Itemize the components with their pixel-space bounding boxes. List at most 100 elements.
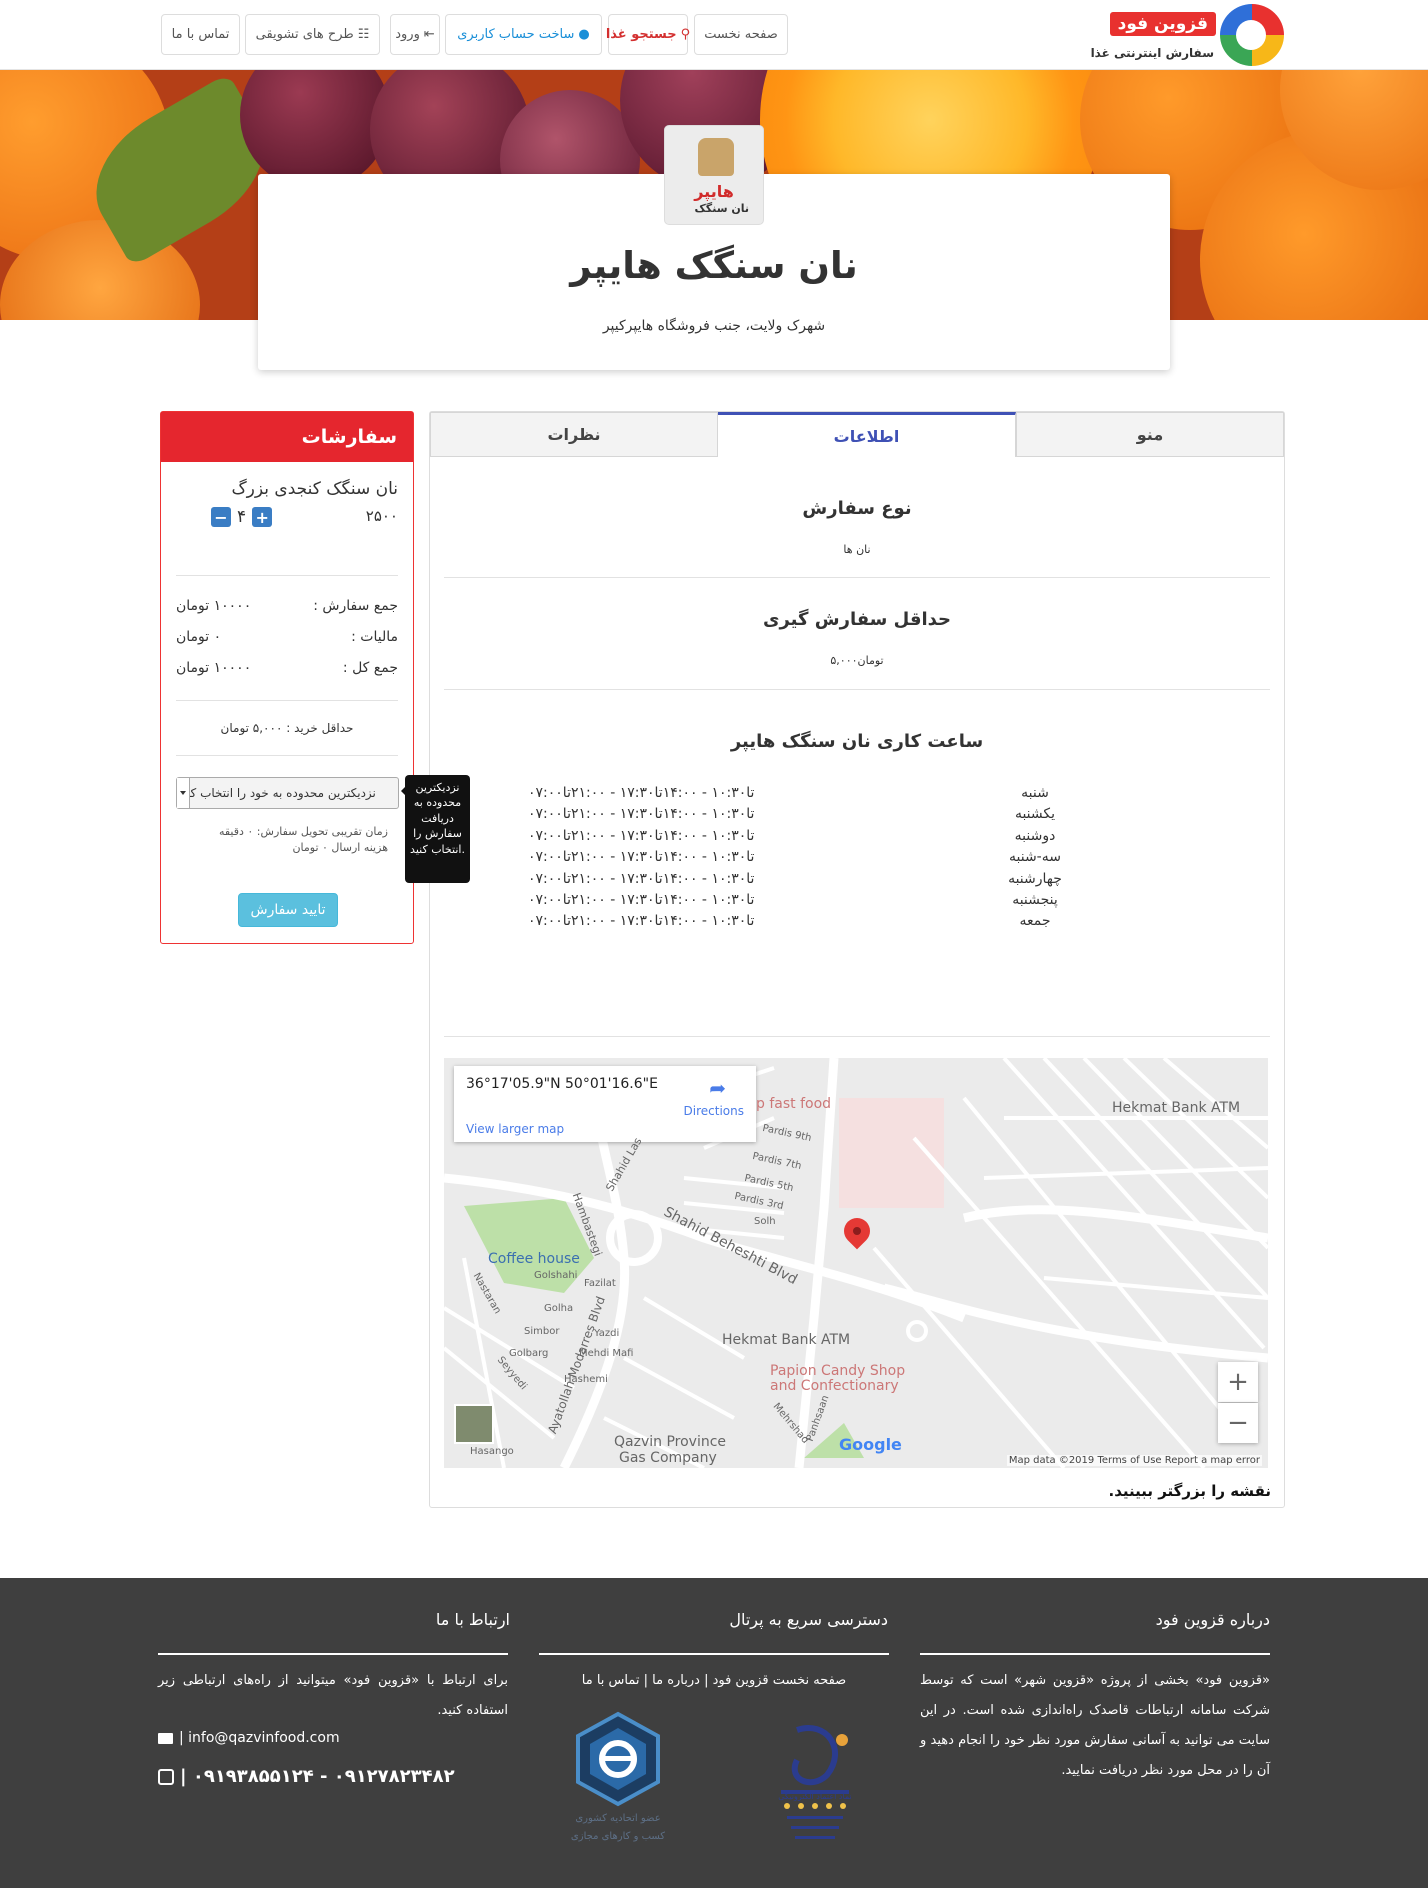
nav-home-label: صفحه نخست — [704, 27, 778, 42]
directions-icon[interactable]: ➦ — [709, 1076, 726, 1100]
footer-contact-title: ارتباط با ما — [435, 1610, 510, 1629]
map-label: Hekmat Bank ATM — [1112, 1100, 1241, 1116]
minus-button[interactable]: − — [211, 507, 231, 527]
footer-phones: ۰۹۱۲۷۸۲۳۴۸۲ - ۰۹۱۹۳۸۵۵۱۲۴ | — [180, 1766, 455, 1787]
site-logo[interactable]: قزوین فود سفارش اینترنتی غذا — [1091, 4, 1284, 66]
map-label: Golshahi — [534, 1270, 578, 1281]
area-tooltip: نزدیکترین محدوده به دریافت سفارش را انتخ… — [401, 775, 470, 883]
nav-search-label: جستجو غذا — [605, 27, 677, 42]
footer-about-text: «قزوین فود» بخشی از پروژه «قزوین شهر» اس… — [920, 1673, 1270, 1778]
hours-time: ۰۷:۰۰تا۱۰:۳۰ - ۱۴:۰۰تا۱۷:۳۰ - ۲۱:۰۰تا — [528, 849, 755, 866]
divider — [444, 689, 1270, 690]
map-label: Simbor — [524, 1326, 560, 1337]
map-bigger-link[interactable]: نقشه را بزرگتر ببینید. — [1109, 1482, 1272, 1500]
tab-info[interactable]: اطلاعات — [717, 412, 1016, 457]
footer-about-title: درباره قزوین فود — [1155, 1610, 1270, 1629]
tax-value: ۰ تومان — [176, 629, 222, 645]
orders-box: سفارشات نان سنگک کنجدی بزرگ ۲۵۰۰ − ۴ + ج… — [160, 411, 414, 944]
hours-row: شنبه ۰۷:۰۰تا۱۰:۳۰ - ۱۴:۰۰تا۱۷:۳۰ - ۲۱:۰۰ت… — [444, 785, 1270, 806]
zoom-in-button[interactable]: + — [1218, 1362, 1258, 1402]
min-buy: حداقل خرید : ۵,۰۰۰ تومان — [220, 721, 354, 735]
tab-menu[interactable]: منو — [1016, 412, 1284, 457]
divider — [176, 755, 398, 756]
map-label: Coffee house — [488, 1251, 580, 1267]
view-larger-map-link[interactable]: View larger map — [466, 1122, 564, 1136]
divider — [920, 1653, 1270, 1655]
hours-day: چهارشنبه — [1008, 870, 1062, 887]
plus-button[interactable]: + — [252, 507, 273, 527]
map-label: Papion Candy Shop — [770, 1363, 906, 1379]
quantity-stepper: − ۴ + — [211, 507, 273, 527]
map-label: Solh — [754, 1216, 776, 1227]
shop-logo-type: نان سنگک — [694, 202, 749, 215]
hours-time: ۰۷:۰۰تا۱۰:۳۰ - ۱۴:۰۰تا۱۷:۳۰ - ۲۱:۰۰تا — [528, 806, 755, 823]
hours-day: جمعه — [1019, 913, 1051, 930]
divider — [539, 1653, 889, 1655]
order-type-value: نان ها — [843, 543, 871, 556]
tab-menu-label: منو — [1136, 425, 1164, 444]
hours-time: ۰۷:۰۰تا۱۰:۳۰ - ۱۴:۰۰تا۱۷:۳۰ - ۲۱:۰۰تا — [528, 913, 755, 930]
search-icon: ⚲ — [680, 27, 691, 42]
ecunion-label: عضو اتحادیه کشوری کسب و کارهای مجازی — [570, 1813, 666, 1842]
sign-in-icon: ⇤ — [423, 27, 435, 42]
ecunion-icon — [576, 1711, 660, 1807]
footer-email-row[interactable]: | info@qazvinfood.com — [158, 1730, 340, 1746]
total-value: ۱۰۰۰۰ تومان — [176, 660, 252, 676]
nav-register-button[interactable]: ● ساخت حساب کاربری — [445, 14, 602, 55]
top-navbar: قزوین فود سفارش اینترنتی غذا صفحه نخست ⚲… — [0, 0, 1428, 70]
hours-day: یکشنبه — [1014, 806, 1056, 823]
footer-phone-row[interactable]: ۰۹۱۲۷۸۲۳۴۸۲ - ۰۹۱۹۳۸۵۵۱۲۴ | — [158, 1766, 455, 1787]
footer-contact-text: برای ارتباط با «قزوین فود» میتوانید از ر… — [158, 1673, 508, 1718]
area-select[interactable]: نزدیکترین محدوده به خود را انتخاب کنید — [176, 777, 399, 809]
min-order-title: حداقل سفارش گیری — [762, 609, 952, 630]
nav-contact-button[interactable]: تماس با ما — [161, 14, 240, 55]
delivery-cost: هزینه ارسال ۰ تومان — [292, 841, 388, 854]
enamad-badge[interactable]: نماد اعتماد الکترونیکی — [767, 1720, 863, 1850]
confirm-order-button[interactable]: تایید سفارش — [238, 893, 338, 927]
google-map[interactable]: 36°17'05.9"N 50°01'16.6"E ➦ Directions V… — [444, 1058, 1268, 1468]
footer-quick-links[interactable]: صفحه نخست قزوین فود | درباره ما | تماس ب… — [539, 1666, 889, 1696]
enamad-icon — [781, 1725, 849, 1839]
divider — [444, 577, 1270, 578]
shop-logo-brand: هایپر — [694, 182, 734, 201]
order-item-price: ۲۵۰۰ — [365, 507, 398, 525]
orders-title: سفارشات — [161, 412, 413, 462]
map-label: Qazvin Province — [614, 1434, 727, 1450]
bread-icon — [698, 138, 734, 176]
gift-icon: ☷ — [357, 27, 370, 42]
shop-address: شهرک ولایت، جنب فروشگاه هایپرکیپر — [602, 318, 826, 334]
satellite-toggle[interactable] — [454, 1404, 494, 1444]
map-attribution[interactable]: Map data ©2019 Terms of Use Report a map… — [1006, 1455, 1262, 1466]
directions-link[interactable]: Directions — [684, 1104, 744, 1118]
map-label: Hasango — [470, 1446, 514, 1457]
hours-time: ۰۷:۰۰تا۱۰:۳۰ - ۱۴:۰۰تا۱۷:۳۰ - ۲۱:۰۰تا — [528, 870, 755, 887]
subtotal-value: ۱۰۰۰۰ تومان — [176, 598, 252, 614]
nav-search-food-button[interactable]: ⚲ جستجو غذا — [605, 14, 691, 55]
nav-home-button[interactable]: صفحه نخست — [694, 14, 788, 55]
hours-row: جمعه ۰۷:۰۰تا۱۰:۳۰ - ۱۴:۰۰تا۱۷:۳۰ - ۲۱:۰۰ت… — [444, 913, 1270, 934]
logo-icon — [1220, 4, 1284, 66]
hours-time: ۰۷:۰۰تا۱۰:۳۰ - ۱۴:۰۰تا۱۷:۳۰ - ۲۱:۰۰تا — [528, 785, 755, 801]
enamad-label: نماد اعتماد الکترونیکی — [778, 1792, 852, 1801]
divider — [176, 575, 398, 576]
tab-info-label: اطلاعات — [833, 426, 900, 446]
hours-day: پنجشنبه — [1012, 891, 1058, 908]
map-label: Yazdi — [594, 1328, 620, 1339]
subtotal-label: جمع سفارش : — [313, 598, 398, 614]
tab-reviews[interactable]: نظرات — [430, 412, 718, 457]
tax-label: مالیات : — [351, 629, 398, 645]
nav-contact-label: تماس با ما — [171, 27, 230, 42]
zoom-out-button[interactable]: − — [1218, 1403, 1258, 1443]
hours-day: شنبه — [1021, 785, 1049, 801]
map-label: and Confectionary — [770, 1378, 899, 1394]
nav-rewards-button[interactable]: ☷ طرح های تشویقی — [245, 14, 380, 55]
nav-rewards-label: طرح های تشویقی — [255, 27, 354, 42]
footer-quick-title: دسترسی سریع به پرتال — [729, 1610, 888, 1629]
ecunion-badge[interactable]: عضو اتحادیه کشوری کسب و کارهای مجازی — [570, 1710, 666, 1842]
hours-row: یکشنبه ۰۷:۰۰تا۱۰:۳۰ - ۱۴:۰۰تا۱۷:۳۰ - ۲۱:۰… — [444, 806, 1270, 827]
nav-login-button[interactable]: ⇤ ورود — [390, 14, 440, 55]
quantity-value: ۴ — [237, 507, 247, 527]
logo-subtitle: سفارش اینترنتی غذا — [1090, 46, 1214, 60]
hours-day: دوشنبه — [1014, 827, 1056, 844]
tab-reviews-label: نظرات — [547, 425, 601, 444]
